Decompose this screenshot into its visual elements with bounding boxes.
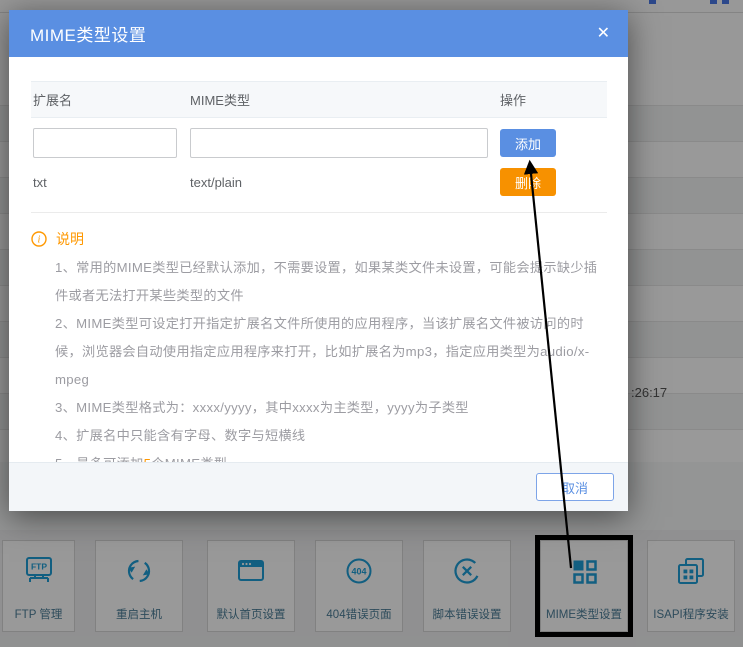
- dialog-body: 扩展名 MIME类型 操作 添加 txt text/plain 删除 i: [9, 57, 628, 478]
- extension-cell: txt: [31, 175, 188, 190]
- mime-add-row: 添加: [31, 128, 607, 158]
- svg-text:i: i: [38, 235, 41, 246]
- extension-input[interactable]: [33, 128, 177, 158]
- cancel-button[interactable]: 取消: [536, 473, 614, 501]
- dialog-header: MIME类型设置 ✕: [9, 10, 628, 57]
- note-item-3: 3、MIME类型格式为：xxxx/yyyy，其中xxxx为主类型，yyyy为子类…: [55, 394, 600, 422]
- mime-type-cell: text/plain: [188, 175, 498, 190]
- notes-section: i 说明 1、常用的MIME类型已经默认添加，不需要设置，如果某类文件未设置，可…: [31, 229, 607, 478]
- column-header-mime-type: MIME类型: [188, 90, 498, 109]
- mime-settings-dialog: MIME类型设置 ✕ 扩展名 MIME类型 操作 添加 txt text/pla…: [9, 10, 628, 511]
- column-header-extension: 扩展名: [31, 90, 188, 109]
- mime-table-row: txt text/plain 删除: [31, 168, 607, 196]
- notes-list: 1、常用的MIME类型已经默认添加，不需要设置，如果某类文件未设置，可能会提示缺…: [31, 254, 607, 478]
- column-header-action: 操作: [498, 90, 607, 109]
- note-item-1: 1、常用的MIME类型已经默认添加，不需要设置，如果某类文件未设置，可能会提示缺…: [55, 254, 600, 310]
- section-divider: [31, 212, 607, 213]
- add-button[interactable]: 添加: [500, 129, 556, 157]
- mime-type-input[interactable]: [190, 128, 488, 158]
- close-icon[interactable]: ✕: [597, 26, 610, 42]
- mime-table-header: 扩展名 MIME类型 操作: [31, 81, 607, 118]
- delete-button[interactable]: 删除: [500, 168, 556, 196]
- notes-title-row: i 说明: [31, 229, 607, 249]
- dialog-footer: 取消: [9, 462, 628, 511]
- screen: :26:17 FTP FTP 管理 重启主机: [0, 0, 743, 647]
- dialog-title: MIME类型设置: [30, 21, 146, 46]
- note-item-2: 2、MIME类型可设定打开指定扩展名文件所使用的应用程序，当该扩展名文件被访问的…: [55, 310, 600, 394]
- info-icon: i: [31, 231, 47, 247]
- note-item-4: 4、扩展名中只能含有字母、数字与短横线: [55, 422, 600, 450]
- notes-title: 说明: [56, 229, 84, 249]
